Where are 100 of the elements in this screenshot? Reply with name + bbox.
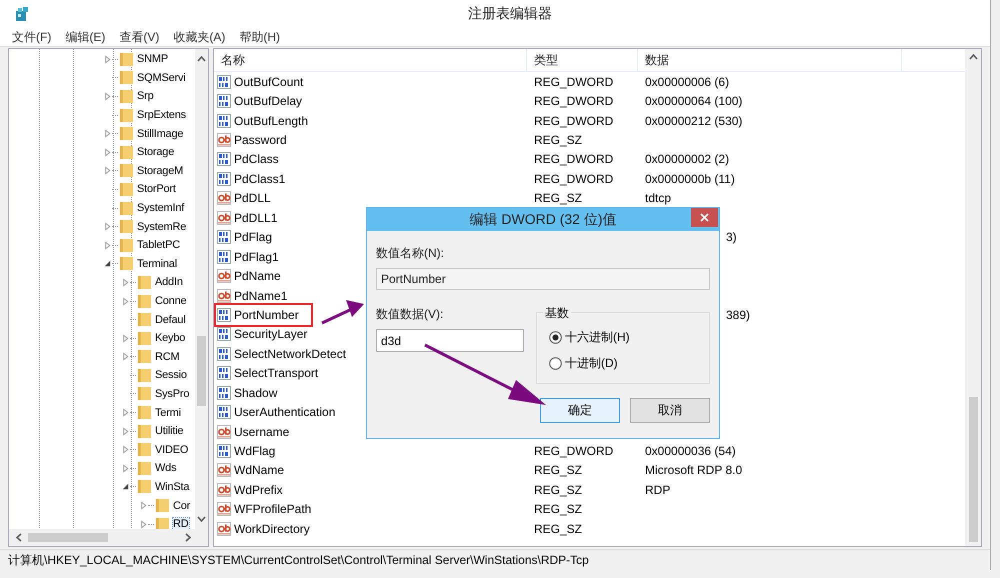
- expand-icon[interactable]: [103, 148, 112, 157]
- column-header[interactable]: 数据: [638, 49, 902, 71]
- value-name[interactable]: OutBufDelay: [234, 94, 302, 108]
- collapse-icon[interactable]: [103, 259, 112, 268]
- menu-item[interactable]: 收藏夹(A): [173, 28, 226, 46]
- value-name[interactable]: Username: [234, 424, 290, 439]
- expand-icon[interactable]: [103, 166, 112, 176]
- radio-label[interactable]: 十六进制(H): [565, 329, 630, 346]
- expand-icon[interactable]: [103, 54, 112, 64]
- expand-icon[interactable]: [139, 501, 148, 510]
- expand-icon[interactable]: [121, 296, 130, 306]
- value-name[interactable]: WdPrefix: [234, 482, 283, 497]
- column-header[interactable]: 类型: [527, 49, 638, 71]
- value-name[interactable]: OutBufCount: [234, 74, 304, 89]
- close-icon[interactable]: [700, 213, 709, 222]
- folder-icon: [137, 386, 152, 402]
- scrollbar[interactable]: [965, 49, 981, 546]
- expand-icon[interactable]: [121, 278, 130, 287]
- expand-icon[interactable]: [121, 464, 130, 473]
- menu-item[interactable]: 帮助(H): [239, 28, 280, 46]
- tree-item[interactable]: SrpExtens: [136, 108, 187, 122]
- value-name[interactable]: Shadow: [234, 386, 278, 400]
- radio-button[interactable]: [549, 357, 562, 370]
- tree-item[interactable]: Defaul: [154, 312, 187, 327]
- expand-icon[interactable]: [121, 408, 130, 418]
- value-name[interactable]: SelectNetworkDetect: [234, 346, 346, 361]
- tree-item[interactable]: Wds: [154, 461, 178, 476]
- tree-item[interactable]: StorageM: [136, 164, 184, 178]
- scrollbar-thumb[interactable]: [968, 397, 978, 542]
- tree-item[interactable]: Cor: [172, 498, 192, 513]
- expand-icon[interactable]: [121, 426, 130, 436]
- value-name[interactable]: SecurityLayer: [234, 327, 308, 342]
- value-name[interactable]: WFProfilePath: [234, 502, 312, 516]
- menu-item[interactable]: 文件(F): [12, 28, 52, 46]
- scroll-right-icon[interactable]: [185, 533, 192, 542]
- scrollbar-thumb[interactable]: [28, 533, 108, 542]
- tree-item[interactable]: SystemInf: [136, 201, 186, 216]
- value-name[interactable]: PdName: [234, 269, 281, 284]
- tree-item[interactable]: SystemRe: [136, 220, 188, 234]
- tree-item[interactable]: Termi: [154, 406, 182, 420]
- table-cell: REG_DWORD: [534, 74, 614, 89]
- tree-item[interactable]: Terminal: [136, 256, 178, 271]
- value-name[interactable]: PdFlag: [234, 230, 272, 244]
- tree-item[interactable]: SysPro: [154, 386, 190, 401]
- value-name[interactable]: PdFlag1: [234, 250, 279, 264]
- value-name[interactable]: UserAuthentication: [234, 405, 336, 420]
- tree-item[interactable]: Conne: [154, 294, 188, 308]
- radio-button[interactable]: [549, 331, 562, 344]
- scroll-up-icon[interactable]: [197, 55, 206, 62]
- tree-item[interactable]: Keybo: [154, 331, 186, 346]
- tree-item[interactable]: Sessio: [154, 368, 188, 382]
- expand-icon[interactable]: [121, 445, 130, 454]
- expand-icon[interactable]: [103, 92, 112, 101]
- tree-item[interactable]: SQMServi: [136, 70, 187, 85]
- tree-item[interactable]: StillImage: [136, 126, 184, 141]
- expand-icon[interactable]: [103, 222, 112, 232]
- menu-item[interactable]: 编辑(E): [65, 28, 106, 46]
- tree-item[interactable]: AddIn: [154, 275, 184, 290]
- tree-item[interactable]: VIDEO: [154, 442, 190, 457]
- collapse-icon[interactable]: [121, 482, 130, 492]
- tree-item[interactable]: TabletPC: [136, 238, 182, 252]
- scroll-down-icon[interactable]: [197, 516, 206, 523]
- value-name[interactable]: PdDLL: [234, 191, 271, 206]
- scroll-up-icon[interactable]: [968, 53, 978, 60]
- expand-icon[interactable]: [103, 129, 112, 138]
- expand-icon[interactable]: [121, 334, 130, 343]
- value-name[interactable]: PdName1: [234, 288, 288, 303]
- expand-icon[interactable]: [103, 240, 112, 250]
- value-name[interactable]: PdClass: [234, 152, 279, 166]
- value-name[interactable]: PdClass1: [234, 172, 286, 186]
- tree-item[interactable]: Storage: [136, 145, 176, 160]
- tree-item[interactable]: RCM: [154, 350, 180, 364]
- scrollbar-thumb[interactable]: [197, 336, 206, 406]
- value-name[interactable]: OutBufLength: [234, 114, 308, 128]
- value-name[interactable]: WdFlag: [234, 444, 276, 458]
- tree-item[interactable]: Srp: [136, 89, 155, 104]
- tree-item[interactable]: StorPort: [136, 182, 177, 196]
- radio-label[interactable]: 十进制(D): [565, 355, 618, 372]
- scrollbar[interactable]: [195, 49, 208, 529]
- string-value-icon: [217, 133, 231, 148]
- expand-icon[interactable]: [121, 352, 130, 362]
- scroll-left-icon[interactable]: [15, 533, 22, 542]
- tree-item[interactable]: SNMP: [136, 52, 169, 66]
- value-data-field[interactable]: d3d: [376, 329, 524, 352]
- dialog-button[interactable]: 取消: [630, 398, 710, 423]
- dialog-button[interactable]: 确定: [540, 398, 620, 423]
- close-button[interactable]: [691, 208, 718, 227]
- value-name-field[interactable]: PortNumber: [376, 268, 710, 290]
- value-name[interactable]: WdName: [234, 463, 284, 478]
- value-name[interactable]: PortNumber: [234, 308, 299, 322]
- scrollbar[interactable]: [9, 529, 208, 546]
- value-name[interactable]: Password: [234, 133, 287, 148]
- tree-item[interactable]: WinSta: [154, 480, 190, 494]
- value-name[interactable]: SelectTransport: [234, 366, 318, 380]
- column-header[interactable]: 名称: [214, 49, 527, 71]
- value-name[interactable]: PdDLL1: [234, 210, 278, 225]
- expand-icon[interactable]: [139, 520, 148, 529]
- menu-item[interactable]: 查看(V): [119, 28, 160, 46]
- tree-item[interactable]: Utilitie: [154, 424, 184, 438]
- value-name[interactable]: WorkDirectory: [234, 522, 310, 536]
